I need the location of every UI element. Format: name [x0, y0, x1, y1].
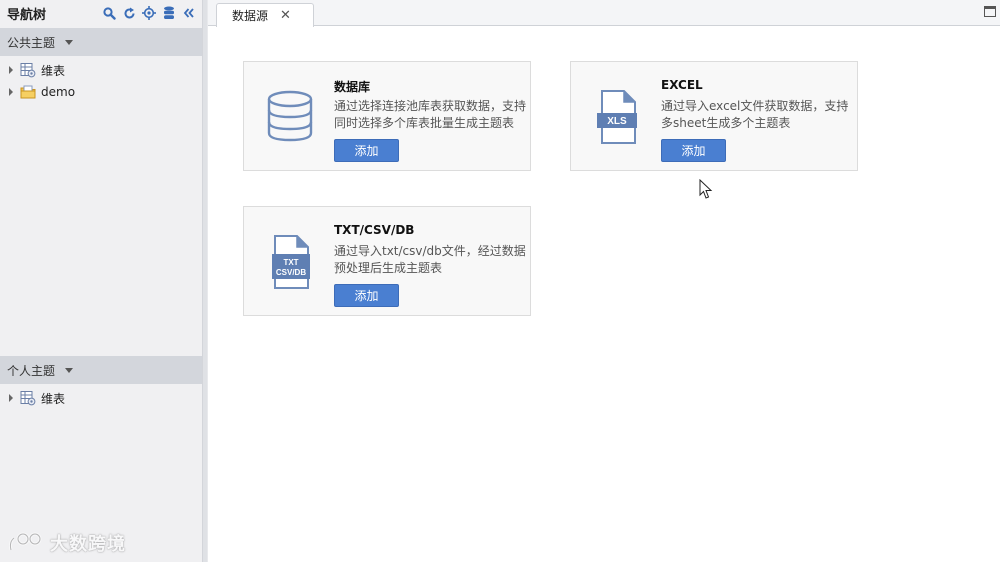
excel-card: XLS EXCEL 通过导入excel文件获取数据，支持多sheet生成多个主题… — [570, 61, 858, 171]
table-gear-icon — [20, 391, 36, 406]
database-icon[interactable] — [162, 6, 176, 20]
chevron-down-icon — [65, 367, 74, 373]
tree-item-label: 维表 — [41, 391, 66, 406]
collapse-icon[interactable] — [182, 6, 196, 20]
txt-label: TXT — [283, 258, 298, 267]
tree-item-dimension-table[interactable]: 维表 — [0, 59, 202, 81]
navigation-sidebar: 导航树 公共主题 维表 demo 个人主题 维表 大数跨境 — [0, 0, 202, 562]
card-title: EXCEL — [661, 78, 703, 92]
csv-db-label: CSV/DB — [276, 268, 306, 277]
database-card: 数据库 通过选择连接池库表获取数据，支持同时选择多个库表批量生成主题表 添加 — [243, 61, 531, 171]
add-excel-button[interactable]: 添加 — [661, 139, 726, 162]
tree-item-dimension-table[interactable]: 维表 — [0, 387, 202, 409]
public-topics-header[interactable]: 公共主题 — [0, 28, 202, 56]
public-topics-label: 公共主题 — [7, 35, 56, 50]
tree-item-demo[interactable]: demo — [0, 81, 202, 103]
card-title: TXT/CSV/DB — [334, 223, 415, 237]
nav-header: 导航树 — [0, 0, 202, 26]
add-txt-csv-db-button[interactable]: 添加 — [334, 284, 399, 307]
refresh-icon[interactable] — [122, 6, 136, 20]
tab-label: 数据源 — [232, 9, 269, 23]
xls-label: XLS — [607, 116, 627, 127]
expand-arrow-icon[interactable] — [9, 394, 13, 402]
tree-item-label: demo — [41, 85, 76, 99]
txt-csv-db-card: TXT CSV/DB TXT/CSV/DB 通过导入txt/csv/db文件，经… — [243, 206, 531, 316]
search-icon[interactable] — [102, 6, 116, 20]
database-icon — [267, 90, 313, 142]
folder-icon — [20, 85, 36, 99]
nav-title: 导航树 — [7, 7, 47, 23]
maximize-icon[interactable] — [984, 6, 996, 17]
nav-toolbar — [102, 6, 196, 20]
personal-topics-header[interactable]: 个人主题 — [0, 356, 202, 384]
close-icon[interactable]: ✕ — [280, 8, 291, 23]
locate-icon[interactable] — [142, 6, 156, 20]
card-description: 通过选择连接池库表获取数据，支持同时选择多个库表批量生成主题表 — [334, 99, 527, 130]
add-database-button[interactable]: 添加 — [334, 139, 399, 162]
card-description: 通过导入txt/csv/db文件，经过数据预处理后生成主题表 — [334, 244, 526, 275]
expand-arrow-icon[interactable] — [9, 66, 13, 74]
mouse-cursor-icon — [699, 179, 713, 199]
chevron-down-icon — [65, 39, 74, 45]
tree-item-label: 维表 — [41, 63, 66, 78]
tab-data-source[interactable]: 数据源 ✕ — [216, 3, 314, 27]
txt-csv-db-file-icon: TXT CSV/DB — [272, 235, 310, 289]
watermark: 大数跨境 — [8, 530, 126, 556]
xls-file-icon: XLS — [597, 90, 637, 144]
card-description: 通过导入excel文件获取数据，支持多sheet生成多个主题表 — [661, 99, 849, 130]
table-gear-icon — [20, 63, 36, 78]
personal-topics-label: 个人主题 — [7, 363, 56, 378]
watermark-logo-icon — [8, 532, 42, 551]
tab-bar: 数据源 ✕ — [208, 0, 1000, 27]
card-title: 数据库 — [334, 80, 371, 94]
watermark-text: 大数跨境 — [50, 534, 126, 555]
sidebar-splitter[interactable] — [202, 0, 208, 562]
expand-arrow-icon[interactable] — [9, 88, 13, 96]
